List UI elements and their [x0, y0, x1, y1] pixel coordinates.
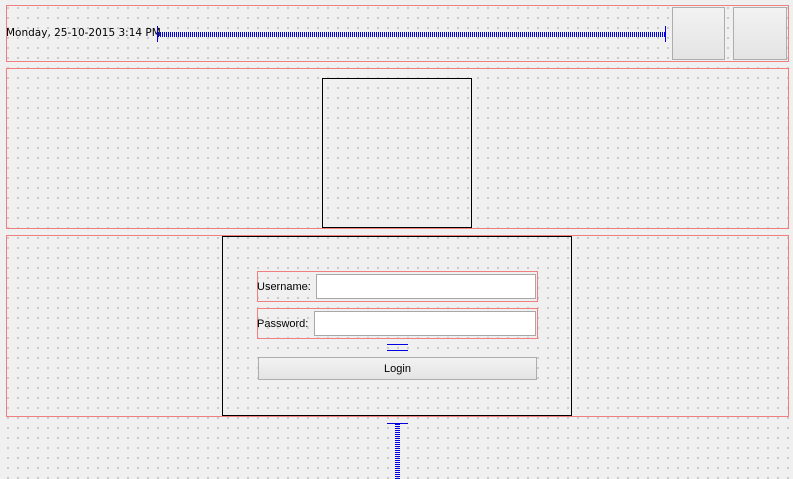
small-vertical-spacer: [387, 344, 408, 351]
datetime-label: Monday, 25-10-2015 3:14 PM: [6, 27, 161, 39]
password-input[interactable]: [314, 311, 536, 336]
username-label: Username:: [257, 281, 311, 293]
password-label: Password:: [257, 318, 309, 330]
username-input[interactable]: [316, 274, 536, 299]
login-button[interactable]: Login: [258, 357, 537, 380]
header-button-1[interactable]: [672, 7, 725, 60]
vertical-spacer: [387, 423, 408, 479]
header-button-2[interactable]: [733, 7, 787, 60]
logo-placeholder: [322, 78, 472, 228]
horizontal-spacer: [157, 26, 666, 42]
